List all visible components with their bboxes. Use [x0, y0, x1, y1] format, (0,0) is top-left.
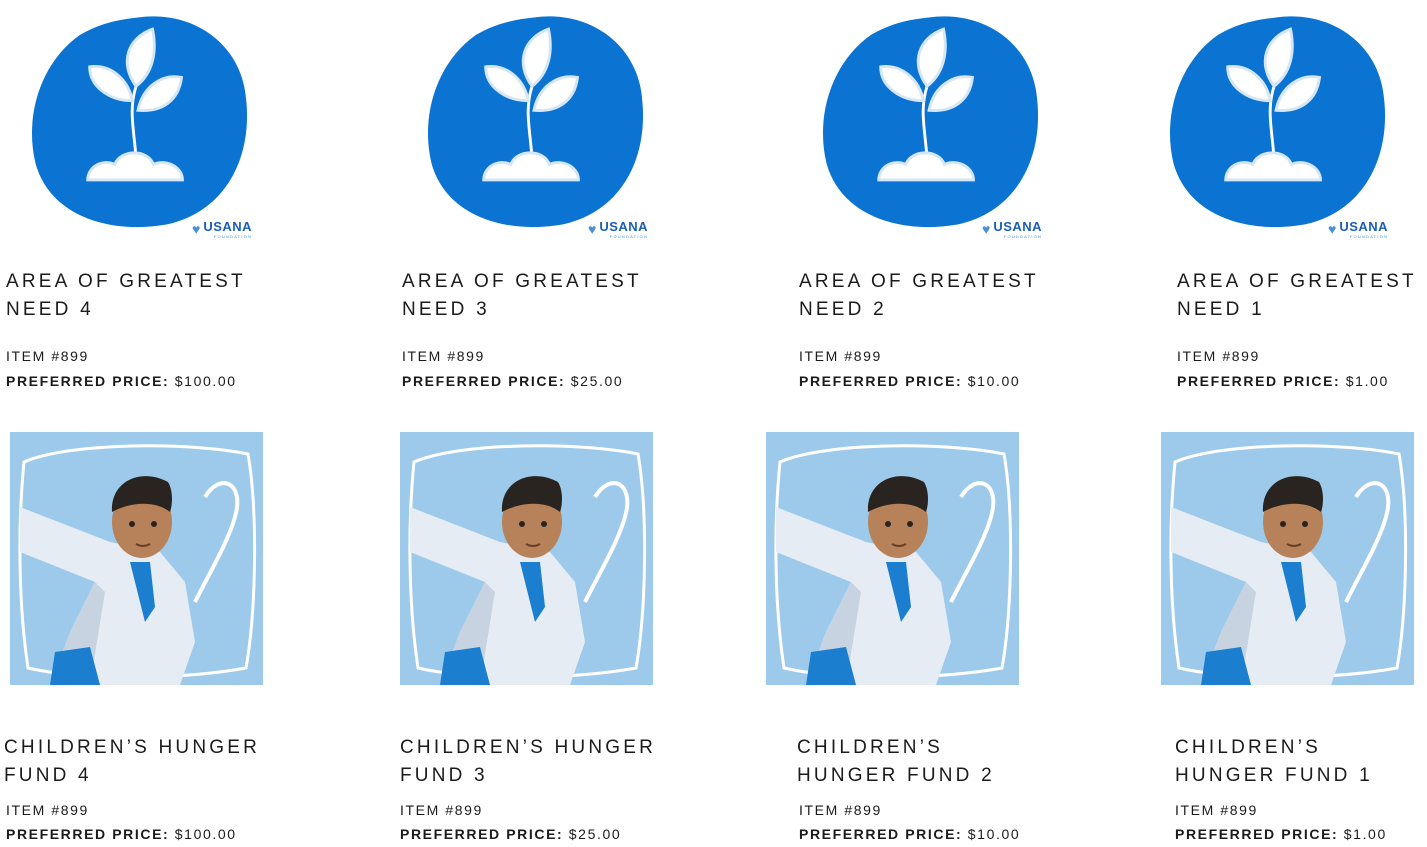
product-title[interactable]: AREA OF GREATEST NEED 1 — [1177, 268, 1417, 324]
item-number: ITEM #899 — [1175, 802, 1258, 818]
preferred-price: PREFERRED PRICE: $25.00 — [400, 826, 622, 842]
preferred-price: PREFERRED PRICE: $1.00 — [1177, 373, 1389, 389]
preferred-price: PREFERRED PRICE: $100.00 — [6, 373, 237, 389]
item-number: ITEM #899 — [799, 802, 882, 818]
product-title[interactable]: CHILDREN’S HUNGER FUND 3 — [400, 734, 656, 790]
preferred-price: PREFERRED PRICE: $1.00 — [1175, 826, 1387, 842]
preferred-price: PREFERRED PRICE: $10.00 — [799, 826, 1021, 842]
heart-icon: ♥ — [1328, 220, 1337, 237]
child-photo[interactable] — [10, 432, 263, 685]
product-title[interactable]: CHILDREN’S HUNGER FUND 4 — [4, 734, 260, 790]
child-photo[interactable] — [766, 432, 1019, 685]
preferred-price: PREFERRED PRICE: $100.00 — [6, 826, 237, 842]
heart-icon: ♥ — [588, 220, 597, 237]
preferred-price: PREFERRED PRICE: $10.00 — [799, 373, 1021, 389]
child-photo[interactable] — [1161, 432, 1414, 685]
logo-sub: FOUNDATION — [213, 234, 253, 239]
usana-foundation-logo: ♥ USANA FOUNDATION — [192, 218, 252, 239]
item-number: ITEM #899 — [402, 348, 485, 364]
product-title[interactable]: AREA OF GREATEST NEED 3 — [402, 268, 642, 324]
preferred-price: PREFERRED PRICE: $25.00 — [402, 373, 624, 389]
child-photo[interactable] — [400, 432, 653, 685]
item-number: ITEM #899 — [799, 348, 882, 364]
sprout-icon[interactable] — [22, 4, 254, 236]
heart-icon: ♥ — [982, 220, 991, 237]
usana-foundation-logo: ♥ USANA FOUNDATION — [982, 219, 1043, 239]
item-number: ITEM #899 — [6, 348, 89, 364]
sprout-icon[interactable] — [418, 4, 650, 236]
product-title[interactable]: CHILDREN’S HUNGER FUND 1 — [1175, 734, 1373, 790]
product-title[interactable]: AREA OF GREATEST NEED 4 — [6, 268, 246, 324]
usana-foundation-logo: ♥ USANA FOUNDATION — [588, 219, 649, 239]
heart-icon: ♥ — [192, 220, 201, 237]
logo-name: USANA — [203, 219, 253, 234]
item-number: ITEM #899 — [6, 802, 89, 818]
product-title[interactable]: AREA OF GREATEST NEED 2 — [799, 268, 1039, 324]
product-title[interactable]: CHILDREN’S HUNGER FUND 2 — [797, 734, 995, 790]
item-number: ITEM #899 — [1177, 348, 1260, 364]
usana-foundation-logo: ♥ USANA FOUNDATION — [1328, 219, 1389, 239]
item-number: ITEM #899 — [400, 802, 483, 818]
sprout-icon[interactable] — [1160, 4, 1392, 236]
sprout-icon[interactable] — [813, 4, 1045, 236]
